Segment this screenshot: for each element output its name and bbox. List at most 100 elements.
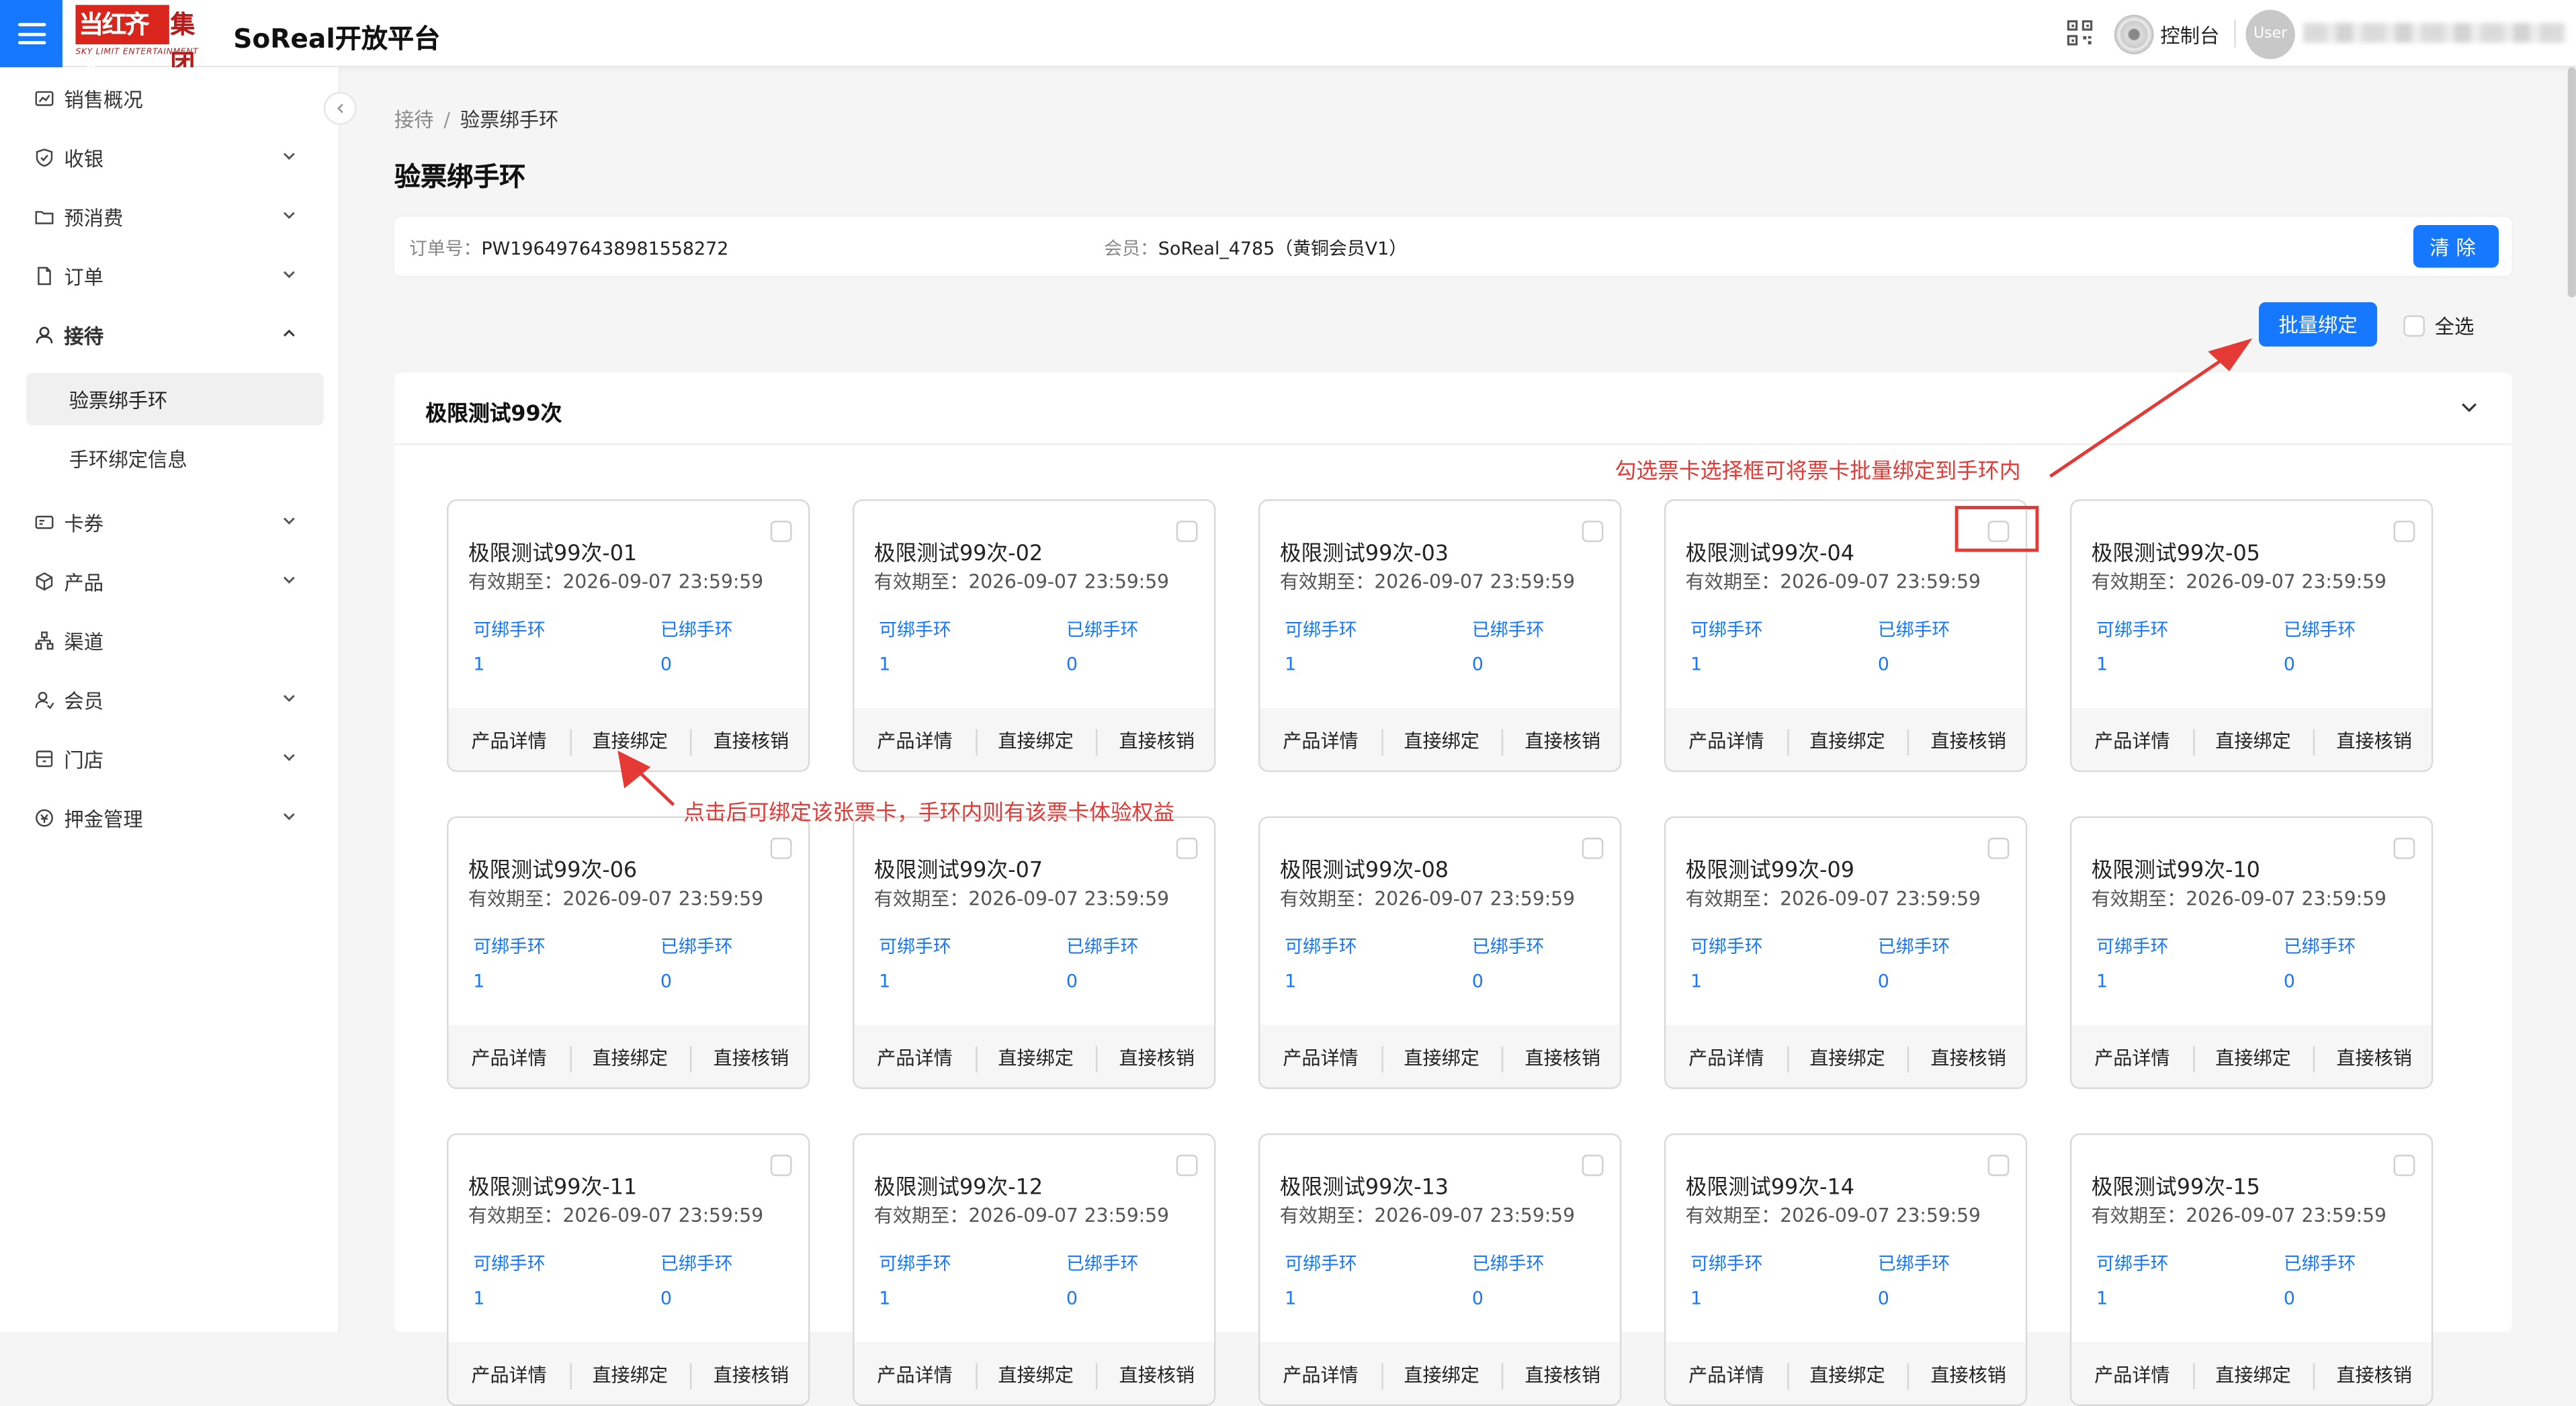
sidebar-item-cards[interactable]: 卡券 <box>0 493 340 552</box>
ticket-card-checkbox[interactable] <box>1582 838 1604 859</box>
sidebar-item-pre-consume[interactable]: 预消费 <box>0 187 340 247</box>
product-detail-button[interactable]: 产品详情 <box>1260 1045 1381 1071</box>
direct-verify-button[interactable]: 直接核销 <box>2313 1362 2432 1390</box>
direct-verify-button[interactable]: 直接核销 <box>690 1045 808 1073</box>
qr-code-icon[interactable] <box>2067 19 2093 46</box>
sidebar-item-cashier[interactable]: 收银 <box>0 128 340 187</box>
direct-verify-button[interactable]: 直接核销 <box>1907 1045 2026 1073</box>
direct-bind-button[interactable]: 直接绑定 <box>1381 1362 1502 1390</box>
direct-verify-button[interactable]: 直接核销 <box>2313 728 2432 756</box>
direct-bind-button[interactable]: 直接绑定 <box>569 1362 691 1390</box>
direct-bind-button[interactable]: 直接绑定 <box>975 1362 1097 1390</box>
direct-bind-button[interactable]: 直接绑定 <box>1787 1362 1907 1390</box>
direct-verify-button[interactable]: 直接核销 <box>690 728 808 756</box>
sidebar-item-channels[interactable]: 渠道 <box>0 611 340 670</box>
ticket-card-checkbox[interactable] <box>2393 1154 2415 1176</box>
sidebar-item-sales-overview[interactable]: 销售概况 <box>0 69 340 128</box>
product-detail-button[interactable]: 产品详情 <box>854 1362 975 1388</box>
sidebar-item-deposit[interactable]: 押金管理 <box>0 789 340 848</box>
ticket-card-checkbox[interactable] <box>1987 1154 2010 1176</box>
company-logo[interactable]: 当红齐天 集团 SKY LIMIT ENTERTAINMENT <box>75 5 213 79</box>
product-detail-button[interactable]: 产品详情 <box>449 1362 570 1388</box>
sidebar-item-stores[interactable]: 门店 <box>0 730 340 789</box>
bindable-label: 可绑手环 <box>1690 1253 1763 1275</box>
direct-bind-button[interactable]: 直接绑定 <box>975 728 1097 756</box>
sidebar-item-members[interactable]: 会员 <box>0 670 340 730</box>
chevron-down-icon <box>283 754 295 761</box>
ticket-card-checkbox[interactable] <box>770 521 792 542</box>
user-info-redacted[interactable] <box>2303 23 2567 43</box>
direct-verify-button[interactable]: 直接核销 <box>1907 728 2026 756</box>
direct-verify-button[interactable]: 直接核销 <box>1502 1362 1620 1390</box>
direct-verify-button[interactable]: 直接核销 <box>1096 1362 1214 1390</box>
ticket-card-checkbox[interactable] <box>1176 838 1198 859</box>
direct-verify-button[interactable]: 直接核销 <box>1907 1362 2026 1390</box>
direct-bind-button[interactable]: 直接绑定 <box>1787 1045 1907 1073</box>
direct-bind-button[interactable]: 直接绑定 <box>2192 1045 2313 1073</box>
direct-bind-button[interactable]: 直接绑定 <box>569 728 691 756</box>
ticket-card-checkbox[interactable] <box>1582 1154 1604 1176</box>
validity-label: 有效期至： <box>2091 1204 2186 1227</box>
product-detail-button[interactable]: 产品详情 <box>854 1045 975 1071</box>
bindable-label: 可绑手环 <box>1285 619 1357 641</box>
breadcrumb-parent[interactable]: 接待 <box>394 108 434 131</box>
product-detail-button[interactable]: 产品详情 <box>1666 1362 1787 1388</box>
ticket-card-name: 极限测试99次-02 <box>873 541 1043 567</box>
sidebar-subitem-band-bind-info[interactable]: 手环绑定信息 <box>26 432 324 484</box>
ticket-card-checkbox[interactable] <box>2393 838 2415 859</box>
sidebar-item-reception[interactable]: 接待 <box>0 306 340 365</box>
direct-verify-button[interactable]: 直接核销 <box>1096 728 1214 756</box>
product-detail-button[interactable]: 产品详情 <box>2071 728 2192 754</box>
product-detail-button[interactable]: 产品详情 <box>1260 1362 1381 1388</box>
sidebar-collapse-button[interactable] <box>323 91 357 125</box>
direct-bind-button[interactable]: 直接绑定 <box>2192 1362 2313 1390</box>
product-detail-button[interactable]: 产品详情 <box>2071 1045 2192 1071</box>
user-avatar[interactable]: User <box>2245 9 2295 60</box>
ticket-card-checkbox[interactable] <box>1176 521 1198 542</box>
select-all-checkbox[interactable]: 全选 <box>2403 312 2474 341</box>
product-detail-button[interactable]: 产品详情 <box>1260 728 1381 754</box>
batch-bind-button[interactable]: 批量绑定 <box>2259 302 2378 347</box>
ticket-card-checkbox[interactable] <box>1987 838 2010 859</box>
logo-main-text: 当红齐天 <box>75 5 169 79</box>
direct-bind-button[interactable]: 直接绑定 <box>1381 1045 1502 1073</box>
product-detail-button[interactable]: 产品详情 <box>449 728 570 754</box>
ticket-card-checkbox[interactable] <box>770 1154 792 1176</box>
direct-verify-button[interactable]: 直接核销 <box>1502 728 1620 756</box>
bound-value: 0 <box>1066 1287 1078 1309</box>
ticket-card: 极限测试99次-02 有效期至：2026-09-07 23:59:59 可绑手环 已绑… <box>853 499 1216 773</box>
direct-verify-button[interactable]: 直接核销 <box>2313 1045 2432 1073</box>
direct-bind-button[interactable]: 直接绑定 <box>975 1045 1097 1073</box>
direct-verify-button[interactable]: 直接核销 <box>1502 1045 1620 1073</box>
ticket-card: 极限测试99次-08 有效期至：2026-09-07 23:59:59 可绑手环 已绑… <box>1258 816 1622 1090</box>
product-detail-button[interactable]: 产品详情 <box>449 1045 570 1071</box>
product-detail-button[interactable]: 产品详情 <box>1666 728 1787 754</box>
ticket-card-checkbox[interactable] <box>1176 1154 1198 1176</box>
ticket-card-name: 极限测试99次-06 <box>468 859 638 884</box>
direct-bind-button[interactable]: 直接绑定 <box>1787 728 1907 756</box>
chevron-down-icon[interactable] <box>2459 398 2479 417</box>
product-detail-button[interactable]: 产品详情 <box>854 728 975 754</box>
validity-date: 2026-09-07 23:59:59 <box>968 887 1170 910</box>
sidebar-item-products[interactable]: 产品 <box>0 552 340 611</box>
sidebar-item-orders[interactable]: 订单 <box>0 247 340 306</box>
direct-verify-button[interactable]: 直接核销 <box>690 1362 808 1390</box>
panel-header[interactable]: 极限测试99次 <box>394 373 2512 445</box>
clear-button[interactable]: 清除 <box>2413 224 2499 268</box>
ticket-card-checkbox[interactable] <box>1582 521 1604 542</box>
ticket-card-checkbox[interactable] <box>2393 521 2415 542</box>
console-link[interactable]: 控制台 <box>2114 15 2219 54</box>
product-detail-button[interactable]: 产品详情 <box>2071 1362 2192 1388</box>
direct-bind-button[interactable]: 直接绑定 <box>569 1045 691 1073</box>
ticket-card-checkbox[interactable] <box>770 838 792 859</box>
product-detail-button[interactable]: 产品详情 <box>1666 1045 1787 1071</box>
checkbox-icon[interactable] <box>2403 315 2425 337</box>
menu-toggle-button[interactable] <box>0 0 62 68</box>
ticket-card: 极限测试99次-15 有效期至：2026-09-07 23:59:59 可绑手环 已绑… <box>2069 1133 2434 1406</box>
sidebar-subitem-ticket-bind-band[interactable]: 验票绑手环 <box>26 373 324 426</box>
direct-verify-button[interactable]: 直接核销 <box>1096 1045 1214 1073</box>
page-scrollbar[interactable] <box>2567 67 2576 298</box>
direct-bind-button[interactable]: 直接绑定 <box>1381 728 1502 756</box>
ticket-card-name: 极限测试99次-01 <box>468 541 638 567</box>
direct-bind-button[interactable]: 直接绑定 <box>2192 728 2313 756</box>
